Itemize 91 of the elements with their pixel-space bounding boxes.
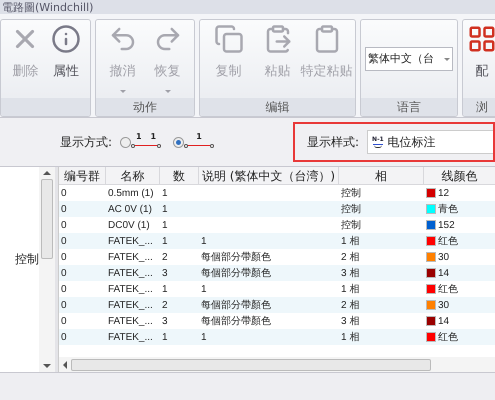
table-cell-text: 1 bbox=[162, 282, 168, 296]
table-cell-text: 控制 bbox=[341, 202, 361, 216]
table-cell-text: 控制 bbox=[341, 186, 361, 200]
table-cell-text: 0 bbox=[61, 202, 67, 216]
table-cell-text: 每個部分帶顏色 bbox=[201, 314, 271, 328]
table-row[interactable]: 0 FATEK_... 1 1 1 相 红色 bbox=[59, 233, 495, 249]
column-header[interactable]: 名称 bbox=[106, 167, 160, 184]
table-cell-text: AC 0V (1) bbox=[108, 202, 152, 216]
table-cell-text: 1 bbox=[201, 234, 207, 248]
table-cell-text: 1 bbox=[162, 234, 168, 248]
table-cell-text: 1 bbox=[162, 330, 168, 344]
table-cell-text: 0 bbox=[61, 314, 67, 328]
table-row[interactable]: 0 AC 0V (1) 1 控制 青色 bbox=[59, 201, 495, 217]
table-cell-text: 1 相 bbox=[341, 282, 360, 296]
table-cell-text: 1 bbox=[201, 282, 207, 296]
ribbon-button[interactable]: 属性 bbox=[46, 20, 86, 82]
table-cell-text: 控制 bbox=[341, 218, 361, 232]
table-cell-text: 0 bbox=[61, 234, 67, 248]
table-cell-text: FATEK_... bbox=[108, 250, 153, 264]
table-cell-text: 1 bbox=[162, 186, 168, 200]
scroll-down-icon bbox=[43, 364, 51, 368]
vertical-scrollbar[interactable] bbox=[39, 167, 55, 372]
scroll-thumb[interactable] bbox=[41, 179, 53, 259]
group-label: 语言 bbox=[397, 99, 421, 116]
table-cell-text: 红色 bbox=[438, 234, 458, 248]
grid-icon bbox=[467, 24, 495, 54]
table-cell-text: FATEK_... bbox=[108, 266, 153, 280]
table-cell-text: 青色 bbox=[438, 202, 458, 216]
table-cell-text: 30 bbox=[438, 298, 450, 312]
table-cell-text: 2 相 bbox=[341, 250, 360, 264]
table-cell-text: 每個部分帶顏色 bbox=[201, 250, 271, 264]
table-cell-text: FATEK_... bbox=[108, 234, 153, 248]
table-row[interactable]: 0 FATEK_... 2 每個部分帶顏色 2 相 30 bbox=[59, 297, 495, 313]
scroll-up-icon bbox=[43, 171, 51, 175]
table-cell-text: 152 bbox=[438, 218, 455, 232]
table-cell-text: FATEK_... bbox=[108, 330, 153, 344]
table-cell-text: 3 相 bbox=[341, 314, 360, 328]
table-cell-text: FATEK_... bbox=[108, 282, 153, 296]
scroll-thumb[interactable] bbox=[71, 358, 431, 370]
table-cell-text: 3 bbox=[162, 314, 168, 328]
radio-button[interactable] bbox=[173, 136, 184, 148]
table-cell-text: 1 相 bbox=[341, 330, 360, 344]
column-header[interactable]: 线颜色 bbox=[424, 167, 495, 184]
table-cell-text: 2 相 bbox=[341, 298, 360, 312]
group-label: 浏 bbox=[476, 99, 488, 116]
ribbon-button[interactable]: 配 bbox=[467, 20, 495, 82]
table-row[interactable]: 0 FATEK_... 3 每個部分帶顏色 3 相 14 bbox=[59, 265, 495, 281]
table-cell-text: 14 bbox=[438, 314, 450, 328]
table-cell-text: 0 bbox=[61, 186, 67, 200]
tree-item[interactable]: 控制 bbox=[15, 250, 39, 268]
language-select[interactable]: 繁体中文（台 bbox=[365, 47, 453, 71]
table-cell-text: 1 bbox=[201, 330, 207, 344]
table-cell-text: 3 bbox=[162, 266, 168, 280]
table-cell-text: 每個部分帶顏色 bbox=[201, 266, 271, 280]
table-cell-text: 30 bbox=[438, 250, 450, 264]
column-header[interactable]: 编号群 bbox=[59, 167, 106, 184]
table-cell-text: 1 bbox=[162, 218, 168, 232]
table-cell-text: 2 bbox=[162, 250, 168, 264]
table-cell-text: 1 bbox=[162, 202, 168, 216]
info-icon bbox=[50, 24, 81, 54]
table-cell-text: 1 相 bbox=[341, 234, 360, 248]
table-cell-text: FATEK_... bbox=[108, 314, 153, 328]
table-cell-text: 14 bbox=[438, 266, 450, 280]
table-cell-text: 0 bbox=[61, 218, 67, 232]
window-title: 電路圖(Windchill) bbox=[1, 0, 94, 14]
table-cell-text: 红色 bbox=[438, 282, 458, 296]
table-cell-text: 0 bbox=[61, 330, 67, 344]
column-header[interactable]: 数 bbox=[160, 167, 199, 184]
table-cell-text: 0 bbox=[61, 266, 67, 280]
table-cell-text: 0 bbox=[61, 282, 67, 296]
table-cell-text: DC0V (1) bbox=[108, 218, 150, 232]
copy-icon bbox=[214, 24, 244, 54]
display-mode-label: 显示方式: bbox=[60, 134, 112, 151]
column-header[interactable]: 相 bbox=[339, 167, 424, 184]
caret-icon bbox=[444, 58, 450, 60]
table-cell-text: 2 bbox=[162, 298, 168, 312]
group-label: 编辑 bbox=[266, 99, 290, 116]
table-row[interactable]: 0 FATEK_... 1 1 1 相 红色 bbox=[59, 329, 495, 345]
display-style-label: 显示样式: bbox=[307, 134, 360, 151]
table-cell-text: 3 相 bbox=[341, 266, 360, 280]
table-cell-text: 12 bbox=[438, 186, 450, 200]
table-cell-text: 0.5mm (1) bbox=[108, 186, 154, 200]
table-cell-text: 红色 bbox=[438, 330, 458, 344]
table-cell-text: 0 bbox=[61, 250, 67, 264]
column-header[interactable]: 说明 (繁体中文（台湾）) bbox=[199, 167, 339, 184]
group-label: 动作 bbox=[133, 99, 157, 116]
radio-button[interactable] bbox=[120, 136, 132, 148]
table-cell-text: FATEK_... bbox=[108, 298, 153, 312]
table-cell-text: 每個部分帶顏色 bbox=[201, 298, 271, 312]
horizontal-scrollbar[interactable] bbox=[59, 357, 495, 372]
table-cell-text: 0 bbox=[61, 298, 67, 312]
